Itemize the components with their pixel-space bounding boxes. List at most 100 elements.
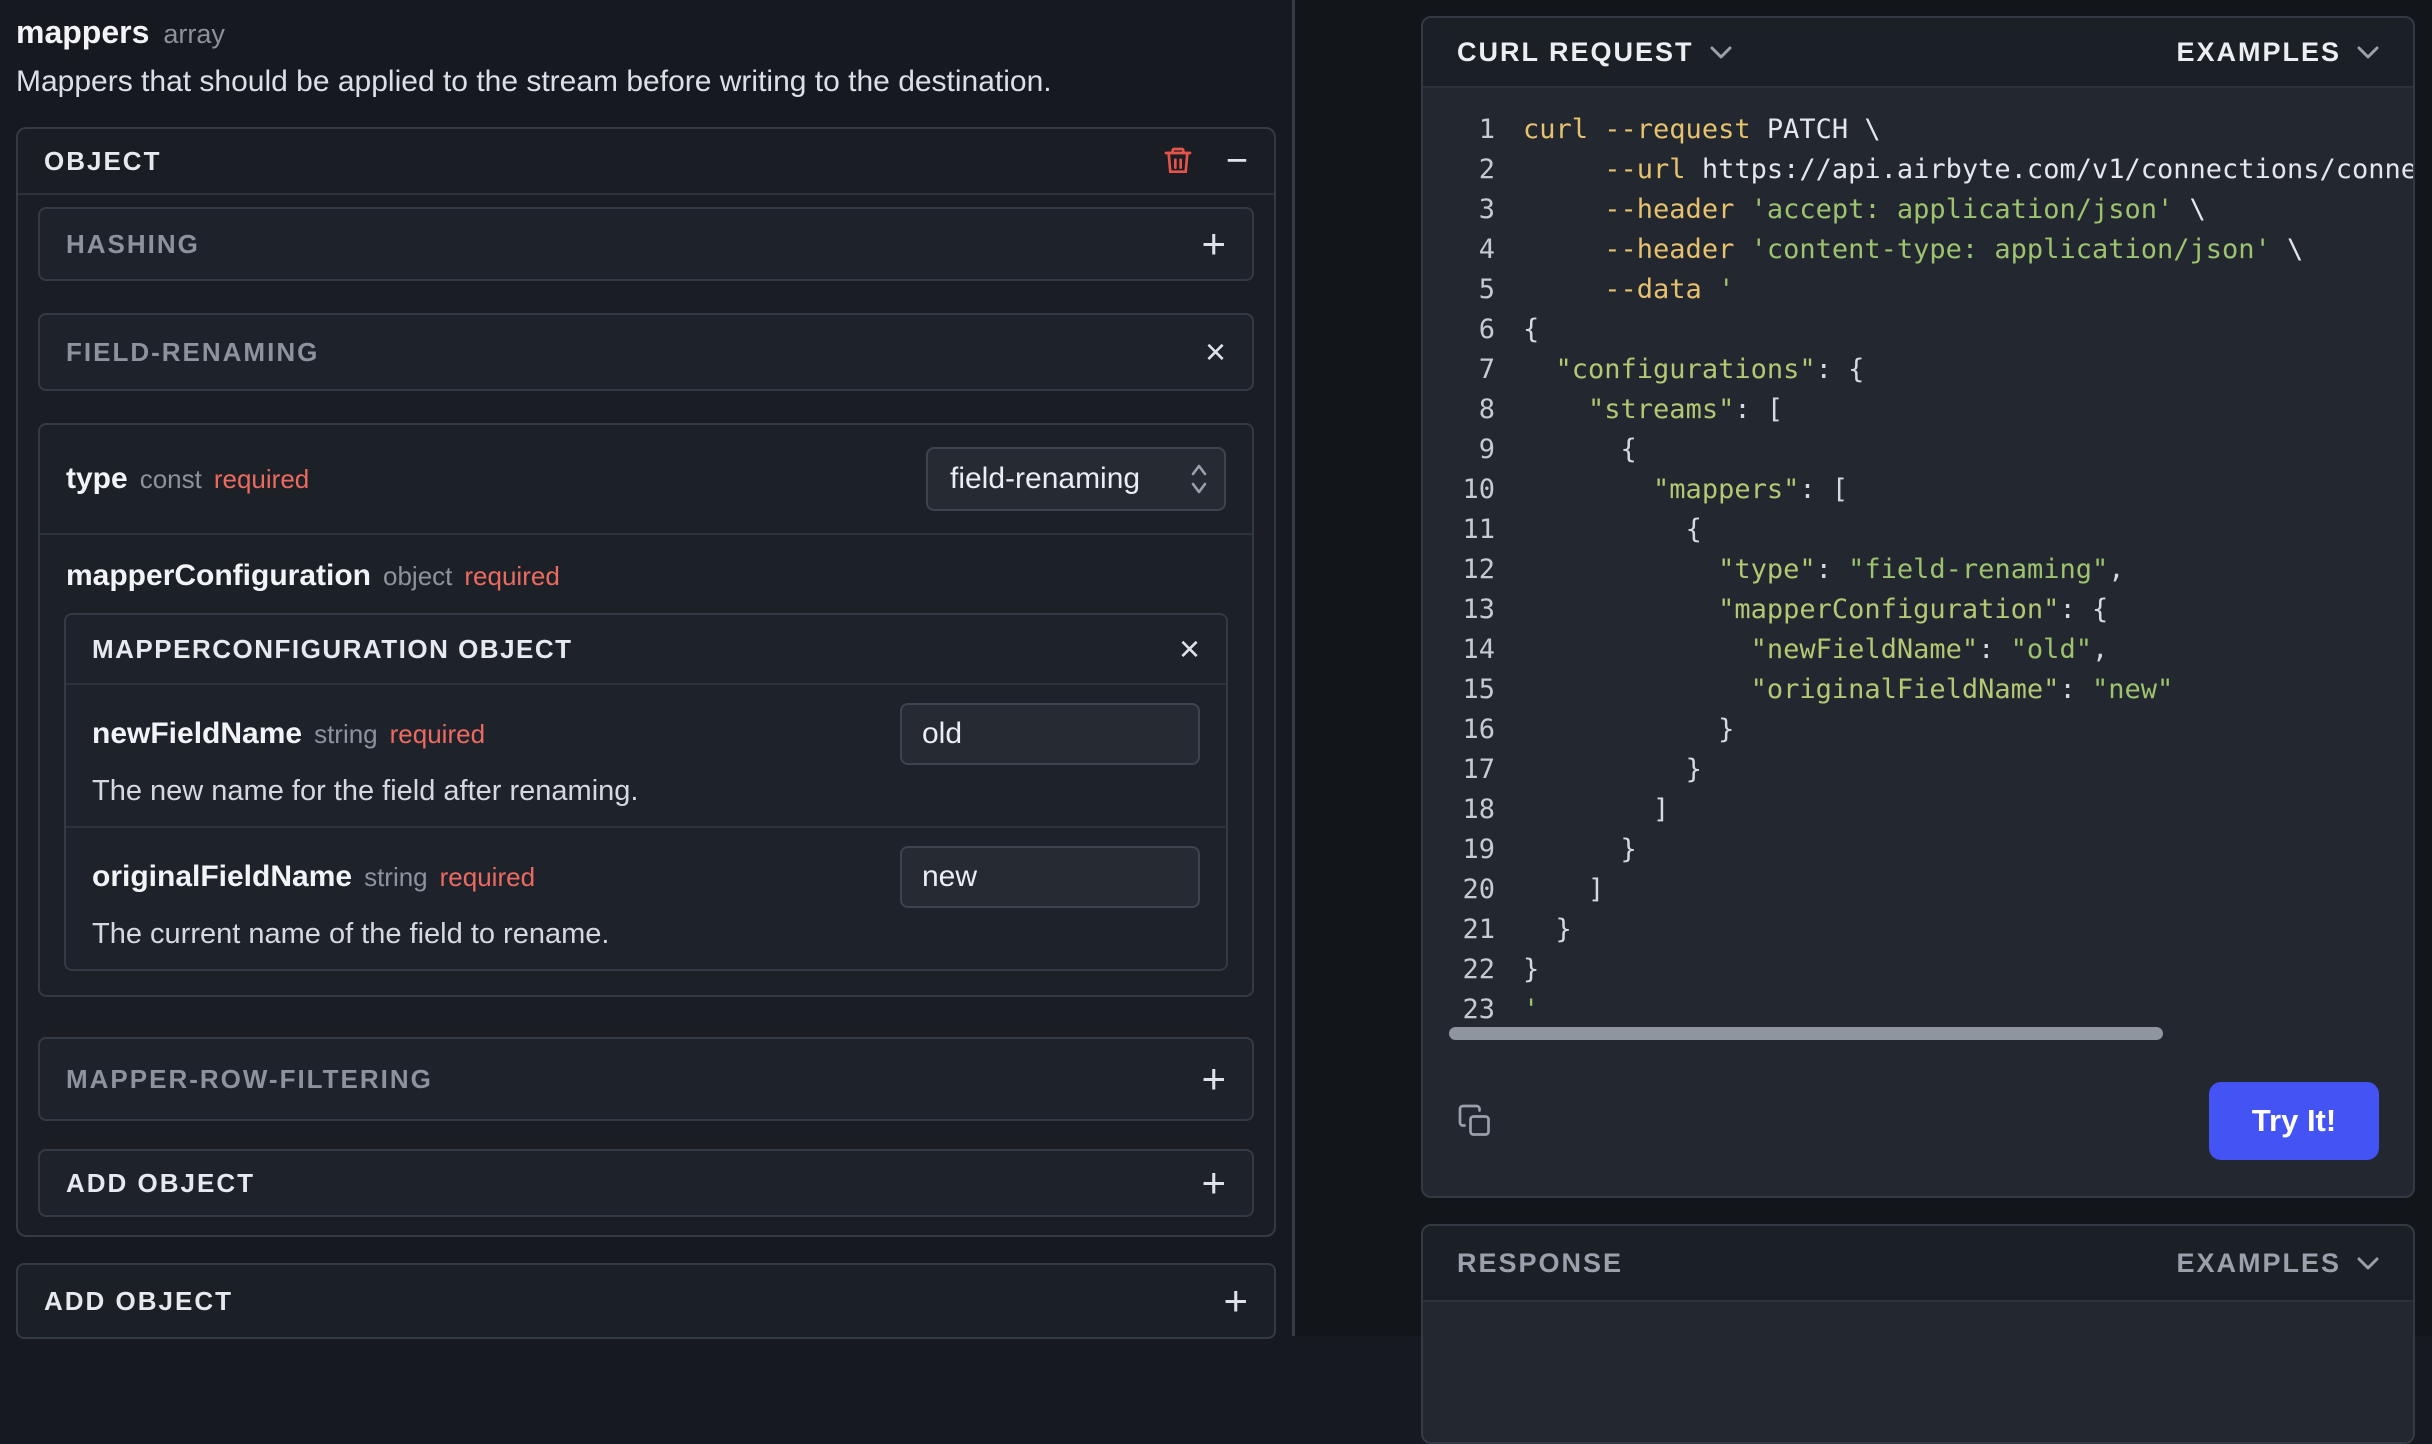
line-number: 12	[1462, 554, 1495, 585]
type-select[interactable]: field-renaming	[926, 447, 1226, 511]
response-title: RESPONSE	[1457, 1247, 1624, 1278]
code-line: 17 }	[1449, 750, 2413, 790]
add-object-label: ADD OBJECT	[44, 1285, 234, 1316]
line-number: 20	[1462, 874, 1495, 905]
code-line: 6{	[1449, 310, 2413, 350]
add-icon[interactable]: +	[1201, 1058, 1226, 1100]
code-line: 2 --url https://api.airbyte.com/v1/conne…	[1449, 150, 2413, 190]
code-line: 20 ]	[1449, 870, 2413, 910]
code-line: 9 {	[1449, 430, 2413, 470]
code-line: 8 "streams": [	[1449, 390, 2413, 430]
field-row-newfieldname: newFieldName string required The new nam…	[66, 685, 1226, 826]
copy-icon	[1458, 1104, 1490, 1136]
object-panel-body: HASHING + FIELD-RENAMING × type const re…	[18, 195, 1274, 1235]
originalfieldname-input[interactable]	[900, 846, 1200, 908]
line-number: 17	[1462, 754, 1495, 785]
code-line: 23 '	[1449, 990, 2413, 1030]
line-number: 2	[1478, 154, 1495, 185]
mapper-configuration-panel-title: MAPPERCONFIGURATION OBJECT	[92, 633, 573, 664]
property-type: array	[163, 19, 225, 49]
property-description: Mappers that should be applied to the st…	[16, 65, 1052, 98]
curl-request-title: CURL REQUEST	[1457, 36, 1694, 67]
horizontal-scrollbar[interactable]	[1449, 1027, 2163, 1040]
chevron-down-icon	[1710, 46, 1732, 58]
curl-request-header: CURL REQUEST EXAMPLES	[1423, 18, 2413, 88]
line-number: 7	[1478, 354, 1495, 385]
section-field-renaming-label: FIELD-RENAMING	[66, 336, 320, 367]
examples-label: EXAMPLES	[2176, 36, 2341, 67]
code-line: 5 --data '	[1449, 270, 2413, 310]
newfieldname-input[interactable]	[900, 703, 1200, 765]
response-examples-dropdown[interactable]: EXAMPLES	[2176, 1248, 2379, 1279]
field-renaming-card: type const required field-renaming mappe…	[38, 423, 1254, 997]
section-hashing[interactable]: HASHING +	[38, 207, 1254, 281]
code-line: 19 }	[1449, 830, 2413, 870]
mapper-configuration-panel: MAPPERCONFIGURATION OBJECT × newFieldNam…	[64, 613, 1228, 971]
line-number: 6	[1478, 314, 1495, 345]
response-examples-label: EXAMPLES	[2176, 1247, 2341, 1278]
close-icon[interactable]: ×	[1205, 334, 1226, 370]
mapper-configuration-required-badge: required	[464, 561, 560, 591]
mapper-configuration-panel-header: MAPPERCONFIGURATION OBJECT ×	[66, 615, 1226, 685]
code-line: 4 --header 'content-type: application/js…	[1449, 230, 2413, 270]
trash-icon[interactable]	[1162, 145, 1194, 177]
code-line: 13 "mapperConfiguration": {	[1449, 590, 2413, 630]
line-number: 18	[1462, 794, 1495, 825]
code-footer: Try It!	[1423, 1046, 2413, 1196]
schema-editor-column: mappers array Mappers that should be app…	[0, 0, 1292, 1339]
section-mapper-row-filtering-label: MAPPER-ROW-FILTERING	[66, 1063, 433, 1094]
line-number: 10	[1462, 474, 1495, 505]
curl-request-dropdown[interactable]: CURL REQUEST	[1457, 37, 1732, 68]
add-icon[interactable]: +	[1201, 1162, 1226, 1204]
mapper-configuration-label-row: mapperConfiguration object required	[40, 535, 1252, 613]
mapper-configuration-name: mapperConfiguration	[66, 559, 371, 592]
field-required-badge: required	[389, 719, 486, 749]
code-column: CURL REQUEST EXAMPLES 1 curl --request PA…	[1295, 0, 2432, 1444]
object-panel: OBJECT − HASHING + FIELD-RENAMING × type…	[16, 127, 1276, 1237]
object-panel-title: OBJECT	[44, 145, 162, 176]
field-meta: string	[314, 719, 378, 749]
field-meta: string	[364, 862, 428, 892]
type-field-required-badge: required	[213, 464, 310, 494]
code-line: 7 "configurations": {	[1449, 350, 2413, 390]
add-icon[interactable]: +	[1223, 1280, 1248, 1322]
property-header: mappers array	[16, 14, 1276, 51]
field-name: newFieldName	[92, 717, 303, 750]
response-panel: RESPONSE EXAMPLES	[1421, 1224, 2415, 1444]
response-header: RESPONSE EXAMPLES	[1423, 1226, 2413, 1302]
type-field-row: type const required field-renaming	[40, 425, 1252, 533]
add-object-inner-label: ADD OBJECT	[66, 1167, 256, 1198]
code-line: 3 --header 'accept: application/json' \	[1449, 190, 2413, 230]
copy-button[interactable]	[1457, 1103, 1493, 1139]
close-icon[interactable]: ×	[1179, 631, 1200, 667]
type-field-name: type	[66, 462, 128, 495]
line-number: 15	[1462, 674, 1495, 705]
collapse-icon[interactable]: −	[1226, 142, 1248, 180]
code-line: 11 {	[1449, 510, 2413, 550]
add-icon[interactable]: +	[1201, 223, 1226, 265]
object-panel-header: OBJECT −	[18, 129, 1274, 195]
code-line: 12 "type": "field-renaming",	[1449, 550, 2413, 590]
code-line: 18 ]	[1449, 790, 2413, 830]
property-name: mappers	[16, 14, 150, 50]
line-number: 3	[1478, 194, 1495, 225]
code-line: 1 curl --request PATCH \	[1449, 110, 2413, 150]
add-object-inner-button[interactable]: ADD OBJECT +	[38, 1149, 1254, 1217]
chevron-down-icon	[2357, 46, 2379, 58]
line-number: 4	[1478, 234, 1495, 265]
examples-dropdown[interactable]: EXAMPLES	[2176, 37, 2379, 68]
mapper-configuration-meta: object	[383, 561, 453, 591]
try-it-button[interactable]: Try It!	[2209, 1082, 2379, 1160]
line-number: 5	[1478, 274, 1495, 305]
code-line: 14 "newFieldName": "old",	[1449, 630, 2413, 670]
type-field-meta: const	[139, 464, 202, 494]
section-mapper-row-filtering[interactable]: MAPPER-ROW-FILTERING +	[38, 1037, 1254, 1121]
add-object-button[interactable]: ADD OBJECT +	[16, 1263, 1276, 1339]
field-name: originalFieldName	[92, 860, 353, 893]
field-description: The new name for the field after renamin…	[92, 775, 639, 807]
line-number: 22	[1462, 954, 1495, 985]
field-row-originalfieldname: originalFieldName string required The cu…	[66, 826, 1226, 969]
code-line: 15 "originalFieldName": "new"	[1449, 670, 2413, 710]
section-field-renaming[interactable]: FIELD-RENAMING ×	[38, 313, 1254, 391]
select-spinner-icon	[1191, 464, 1207, 494]
